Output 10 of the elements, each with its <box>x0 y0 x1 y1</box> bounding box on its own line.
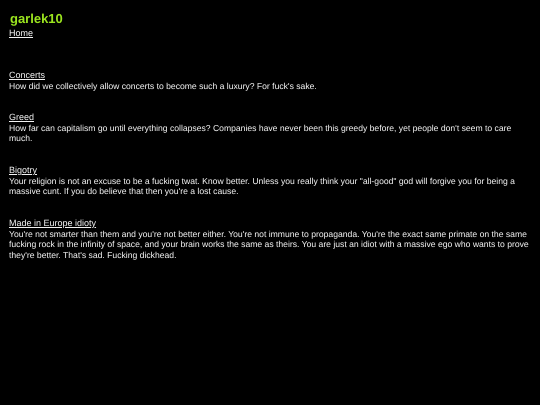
post-excerpt: How far can capitalism go until everything collapses? Companies have never been this greedy before, yet people don't seem to care much. <box>9 122 512 144</box>
post-excerpt: How did we collectively allow concerts to become such a luxury? For fuck's sake. <box>9 80 317 92</box>
site-logo: garlek10 <box>10 11 63 27</box>
post-title-link[interactable]: Greed <box>9 112 34 123</box>
post-excerpt: You're not smarter than them and you're not better either. You're not immune to propaganda. You're the exact same primate on the same fucking rock in the infinity of space, and your brain works the same as theirs. You are just an idiot with a massive ego who wants to prove they're better. That's sad. Fucking dickhead. <box>9 228 530 261</box>
nav-link[interactable]: Home <box>9 28 34 39</box>
post-title-link[interactable]: Made in Europe idioty <box>9 218 96 229</box>
post-title-link[interactable]: Concerts <box>9 70 46 80</box>
post-title-link[interactable]: Bigotry <box>9 165 38 176</box>
post-excerpt: Your religion is not an excuse to be a fucking twat. Know better. Unless you really think your "all-good" god will forgive you for being a massive cunt. If you do believe that then you're a lost cause. <box>9 176 516 198</box>
